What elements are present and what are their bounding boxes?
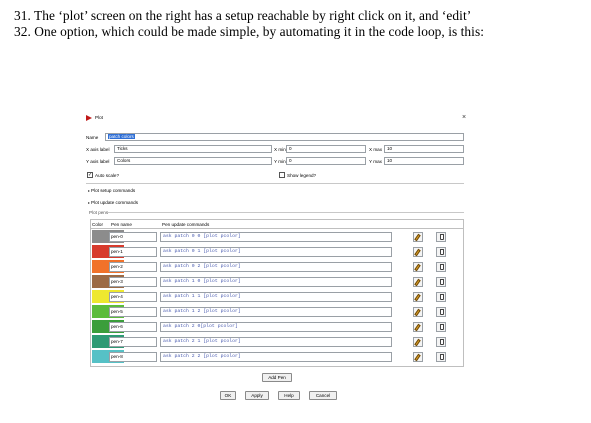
pen-update-command-field[interactable]: ask patch 1 2 [plot pcolor] <box>160 306 392 317</box>
edit-pen-button[interactable] <box>413 246 423 257</box>
pen-update-column-header: Pen update commands <box>162 222 210 227</box>
auto-scale-checkbox[interactable]: ✓ <box>87 172 93 178</box>
dialog-title: Plot <box>95 115 103 120</box>
pen-name-field[interactable]: pen-3 <box>109 276 157 287</box>
plot-update-commands-toggle[interactable]: Plot update commands <box>88 200 138 205</box>
x-min-label: X min <box>274 147 286 152</box>
divider <box>86 183 464 184</box>
y-axis-label-label: Y axis label <box>86 159 110 164</box>
pencil-icon <box>414 338 421 346</box>
name-value: patch colors <box>108 134 135 139</box>
trash-icon <box>439 354 444 360</box>
table-header-divider <box>90 228 464 229</box>
name-label: Name <box>86 135 99 140</box>
x-max-label: X max <box>369 147 383 152</box>
edit-pen-button[interactable] <box>413 321 423 332</box>
pencil-icon <box>414 278 421 286</box>
x-axis-label-label: X axis label <box>86 147 110 152</box>
plot-logo-icon <box>86 115 92 121</box>
trash-icon <box>439 309 444 315</box>
edit-pen-button[interactable] <box>413 336 423 347</box>
trash-icon <box>439 339 444 345</box>
pencil-icon <box>414 293 421 301</box>
name-field[interactable]: patch colors <box>105 133 464 141</box>
pencil-icon <box>414 323 421 331</box>
plot-dialog: Plot × Name patch colors X axis label Ti… <box>84 111 470 403</box>
add-pen-button[interactable]: Add Pen <box>262 373 292 382</box>
pencil-icon <box>414 233 421 241</box>
pen-update-command-field[interactable]: ask patch 2 0[plot pcolor] <box>160 321 392 332</box>
pen-name-field[interactable]: pen-7 <box>109 336 157 347</box>
edit-pen-button[interactable] <box>413 231 423 242</box>
pen-name-field[interactable]: pen-0 <box>109 231 157 242</box>
delete-pen-button[interactable] <box>436 231 446 242</box>
pen-name-field[interactable]: pen-1 <box>109 246 157 257</box>
delete-pen-button[interactable] <box>436 246 446 257</box>
edit-pen-button[interactable] <box>413 276 423 287</box>
edit-pen-button[interactable] <box>413 306 423 317</box>
x-max-field[interactable]: 10 <box>384 145 464 153</box>
trash-icon <box>439 294 444 300</box>
y-axis-label-field[interactable]: Colors <box>114 157 272 165</box>
pen-update-command-field[interactable]: ask patch 1 0 [plot pcolor] <box>160 276 392 287</box>
pencil-icon <box>414 263 421 271</box>
trash-icon <box>439 249 444 255</box>
pen-update-command-field[interactable]: ask patch 0 0 [plot pcolor] <box>160 231 392 242</box>
y-min-label: Y min <box>274 159 286 164</box>
edit-pen-button[interactable] <box>413 261 423 272</box>
ok-button[interactable]: OK <box>220 391 236 400</box>
delete-pen-button[interactable] <box>436 351 446 362</box>
plot-pens-divider <box>108 212 464 213</box>
x-min-field[interactable]: 0 <box>286 145 366 153</box>
plot-update-commands-label: Plot update commands <box>91 200 138 205</box>
y-min-field[interactable]: 0 <box>286 157 366 165</box>
pen-name-field[interactable]: pen-4 <box>109 291 157 302</box>
trash-icon <box>439 234 444 240</box>
y-max-label: Y max <box>369 159 382 164</box>
help-button[interactable]: Help <box>278 391 300 400</box>
delete-pen-button[interactable] <box>436 291 446 302</box>
delete-pen-button[interactable] <box>436 261 446 272</box>
pencil-icon <box>414 248 421 256</box>
apply-button[interactable]: Apply <box>245 391 269 400</box>
pen-update-command-field[interactable]: ask patch 1 1 [plot pcolor] <box>160 291 392 302</box>
delete-pen-button[interactable] <box>436 336 446 347</box>
trash-icon <box>439 279 444 285</box>
show-legend-label: Show legend? <box>287 173 317 178</box>
pen-name-column-header: Pen name <box>111 222 132 227</box>
y-max-field[interactable]: 10 <box>384 157 464 165</box>
trash-icon <box>439 264 444 270</box>
plot-setup-commands-toggle[interactable]: Plot setup commands <box>88 188 135 193</box>
close-icon[interactable]: × <box>462 114 466 121</box>
auto-scale-label: Auto scale? <box>95 173 120 178</box>
plot-setup-commands-label: Plot setup commands <box>91 188 136 193</box>
cancel-button[interactable]: Cancel <box>309 391 337 400</box>
delete-pen-button[interactable] <box>436 321 446 332</box>
edit-pen-button[interactable] <box>413 351 423 362</box>
pencil-icon <box>414 353 421 361</box>
color-column-header: Color <box>92 222 103 227</box>
plot-pens-label: Plot pens <box>89 210 109 215</box>
document-line-32: 32. One option, which could be made simp… <box>14 24 484 39</box>
edit-pen-button[interactable] <box>413 291 423 302</box>
document-line-31: 31. The ‘plot’ screen on the right has a… <box>14 8 472 23</box>
delete-pen-button[interactable] <box>436 306 446 317</box>
expand-arrow-icon <box>88 201 90 204</box>
delete-pen-button[interactable] <box>436 276 446 287</box>
x-axis-label-field[interactable]: Ticks <box>114 145 272 153</box>
pen-name-field[interactable]: pen-5 <box>109 306 157 317</box>
pen-update-command-field[interactable]: ask patch 2 2 [plot pcolor] <box>160 351 392 362</box>
expand-arrow-icon <box>88 189 90 192</box>
pencil-icon <box>414 308 421 316</box>
pen-update-command-field[interactable]: ask patch 0 2 [plot pcolor] <box>160 261 392 272</box>
trash-icon <box>439 324 444 330</box>
show-legend-checkbox[interactable] <box>279 172 285 178</box>
pen-update-command-field[interactable]: ask patch 0 1 [plot pcolor] <box>160 246 392 257</box>
pen-update-command-field[interactable]: ask patch 2 1 [plot pcolor] <box>160 336 392 347</box>
pen-name-field[interactable]: pen-6 <box>109 321 157 332</box>
pen-name-field[interactable]: pen-8 <box>109 351 157 362</box>
pen-name-field[interactable]: pen-2 <box>109 261 157 272</box>
